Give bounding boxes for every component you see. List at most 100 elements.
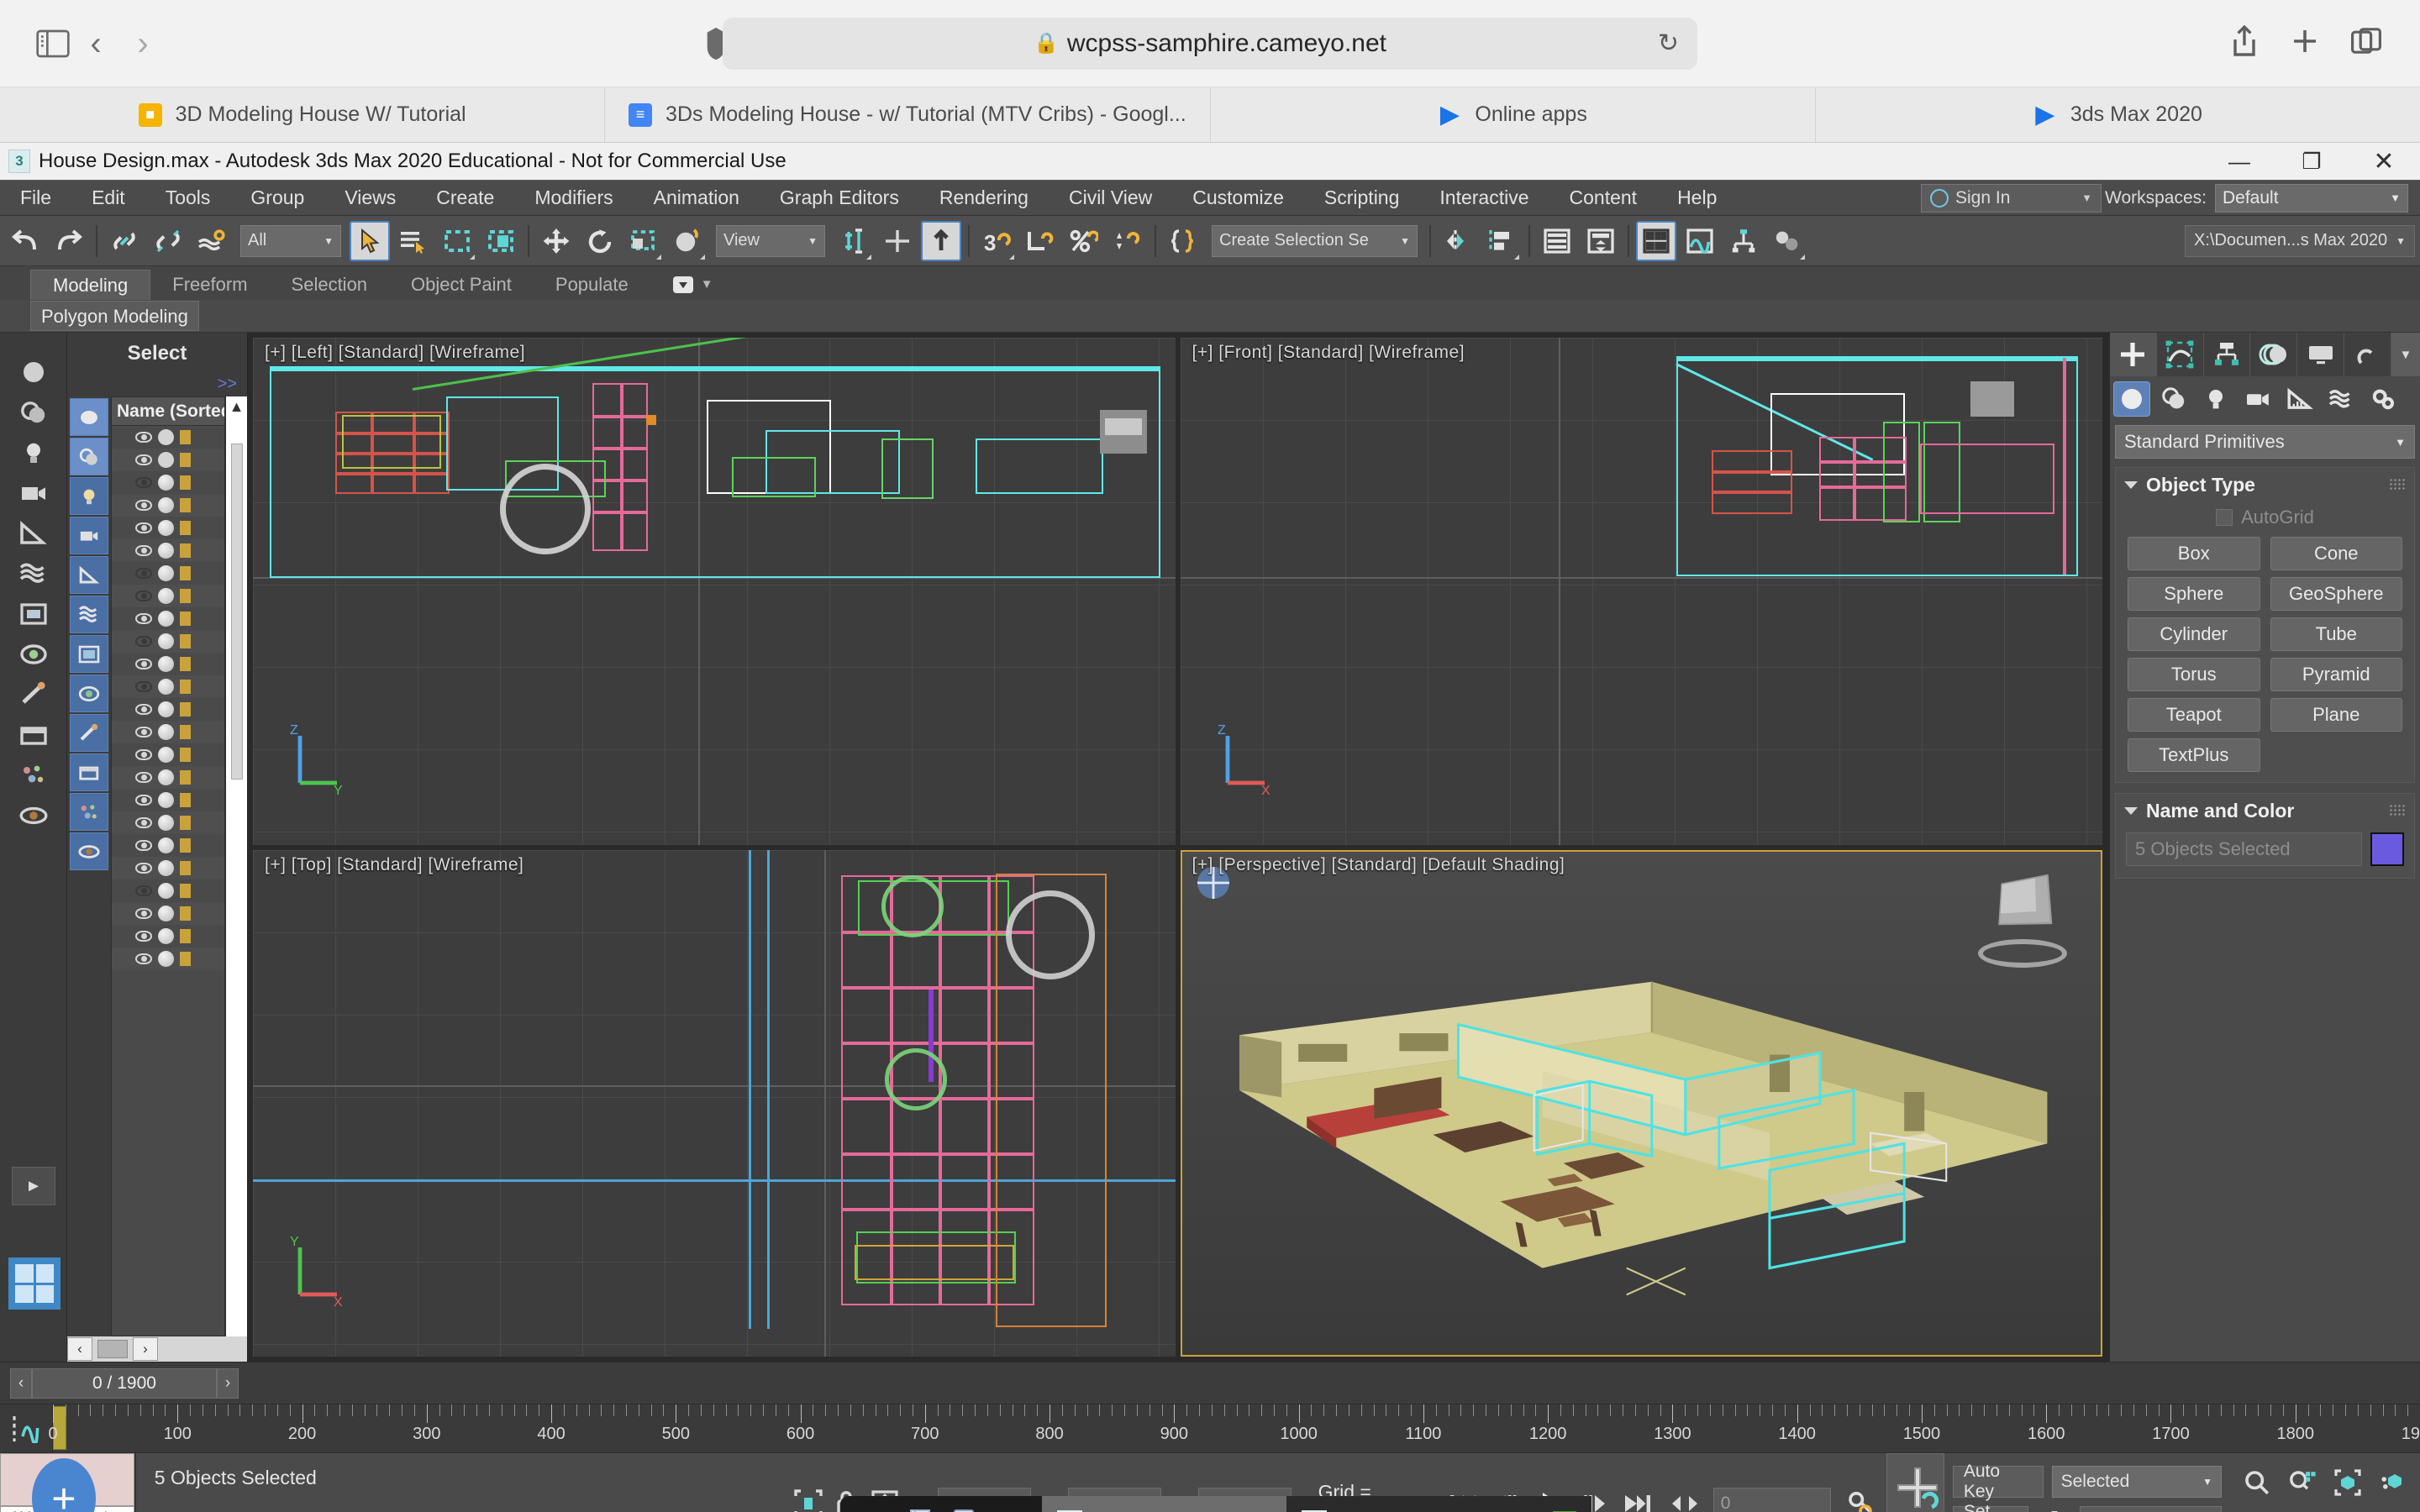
eye-visibility-icon[interactable]: [135, 522, 152, 533]
edit-named-selection-sets-button[interactable]: [1163, 221, 1203, 261]
prev-frame-small-button[interactable]: ‹: [10, 1368, 32, 1399]
view-cube[interactable]: [1973, 872, 2072, 971]
helpers-category[interactable]: [2281, 381, 2318, 417]
set-key-button[interactable]: Set Key: [1952, 1502, 2028, 1512]
scene-explorer-row[interactable]: [112, 811, 224, 834]
sign-in-button[interactable]: Sign In ▼: [1921, 183, 2102, 213]
workspace-select[interactable]: Default ▼: [2215, 183, 2408, 213]
eye-visibility-icon[interactable]: [135, 817, 152, 828]
motion-tab[interactable]: [2250, 333, 2298, 376]
menu-item-tools[interactable]: Tools: [145, 180, 231, 216]
select-camera-filter-icon[interactable]: [12, 474, 55, 512]
cone-button[interactable]: Cone: [2270, 537, 2402, 570]
set-keys-toggle-icon[interactable]: [2037, 1503, 2072, 1512]
collapse-triangle-icon[interactable]: [2124, 480, 2138, 489]
autogrid-row[interactable]: AutoGrid: [2116, 501, 2414, 537]
select-particle-icon[interactable]: [12, 756, 55, 795]
scene-explorer-hscrollbar[interactable]: ‹ ›: [67, 1336, 247, 1362]
scene-explorer-row[interactable]: [112, 698, 224, 721]
scene-explorer-row[interactable]: [112, 630, 224, 653]
schematic-view-button[interactable]: [1723, 221, 1764, 261]
sphere-button[interactable]: Sphere: [2128, 577, 2260, 611]
scene-explorer-row[interactable]: [112, 562, 224, 585]
eye-visibility-icon[interactable]: [135, 953, 152, 964]
select-object-button[interactable]: [350, 220, 390, 261]
named-selection-set-select[interactable]: Create Selection Se ▼: [1212, 224, 1418, 257]
filter-xrefs-button[interactable]: [70, 675, 108, 712]
create-tab[interactable]: [2110, 333, 2157, 376]
menu-item-interactive[interactable]: Interactive: [1419, 180, 1549, 216]
eye-visibility-icon[interactable]: [135, 591, 152, 601]
eye-visibility-icon[interactable]: [135, 659, 152, 669]
scene-explorer-row[interactable]: [112, 607, 224, 630]
scene-explorer-row[interactable]: [112, 948, 224, 970]
use-selection-center-button[interactable]: [877, 221, 918, 261]
box-button[interactable]: Box: [2128, 537, 2260, 570]
viewport-top[interactable]: [+] [Top] [Standard] [Wireframe] Y X: [253, 849, 1176, 1357]
browser-tab-1[interactable]: ≡ 3Ds Modeling House - w/ Tutorial (MTV …: [605, 87, 1211, 142]
menu-item-views[interactable]: Views: [324, 180, 416, 216]
zoom-all-icon[interactable]: [2282, 1463, 2323, 1502]
ribbon-tab-object-paint[interactable]: Object Paint: [389, 270, 534, 300]
use-transform-coordinate-center-button[interactable]: [921, 220, 961, 261]
scene-explorer-row[interactable]: [112, 789, 224, 811]
textplus-button[interactable]: TextPlus: [2128, 738, 2260, 772]
autogrid-checkbox[interactable]: [2216, 509, 2233, 526]
maximize-button[interactable]: ❐: [2275, 143, 2348, 181]
eye-visibility-icon[interactable]: [135, 795, 152, 806]
chevron-down-icon[interactable]: ▼: [2391, 333, 2420, 376]
key-filters-button[interactable]: Key Filters...: [2080, 1505, 2222, 1512]
snaps-toggle-button[interactable]: 3: [976, 221, 1017, 261]
hierarchy-tab[interactable]: [2204, 333, 2251, 376]
next-frame-small-button[interactable]: ›: [217, 1368, 239, 1399]
scene-explorer-row[interactable]: [112, 766, 224, 789]
select-xref-icon[interactable]: [12, 635, 55, 674]
shapes-category[interactable]: [2155, 381, 2192, 417]
ribbon-tab-freeform[interactable]: Freeform: [150, 270, 269, 300]
eye-visibility-icon[interactable]: [135, 704, 152, 715]
menu-item-content[interactable]: Content: [1549, 180, 1658, 216]
filter-particles-button[interactable]: [70, 793, 108, 831]
paint-icon[interactable]: [995, 1509, 1023, 1512]
key-filter-selector[interactable]: Selected ▼: [2051, 1465, 2222, 1498]
scroll-up-arrow-icon[interactable]: ▲: [229, 396, 245, 417]
plane-button[interactable]: Plane: [2270, 698, 2402, 732]
browser-tab-0[interactable]: ■ 3D Modeling House W/ Tutorial: [0, 87, 606, 142]
ribbon-overflow-icon[interactable]: ▼: [650, 270, 735, 300]
frame-indicator-field[interactable]: 0 / 1900: [32, 1368, 217, 1399]
timeline-ruler[interactable]: 0 100 200 300 400 500 600 700 800 900 1000 1100 1200…: [48, 1404, 2420, 1452]
filter-geometry-button[interactable]: [70, 398, 108, 436]
name-and-color-header[interactable]: Name and Color: [2116, 794, 2414, 827]
eye-visibility-icon[interactable]: [135, 863, 152, 874]
filter-helpers-button[interactable]: [70, 556, 108, 594]
project-path-field[interactable]: X:\Documen...s Max 2020 ▼: [2185, 224, 2415, 257]
scene-explorer-row[interactable]: [112, 426, 224, 449]
scene-explorer-expand[interactable]: >>: [67, 375, 247, 396]
house-design-task[interactable]: 3 House Design.ma...: [1042, 1496, 1286, 1512]
viewport-top-label[interactable]: [+] [Top] [Standard] [Wireframe]: [265, 855, 523, 875]
tube-button[interactable]: Tube: [2270, 617, 2402, 651]
viewport-front-label[interactable]: [+] [Front] [Standard] [Wireframe]: [1192, 343, 1465, 363]
rectangular-selection-region-button[interactable]: [437, 221, 477, 261]
menu-item-modifiers[interactable]: Modifiers: [514, 180, 633, 216]
toggle-scene-explorer-button[interactable]: [1537, 221, 1577, 261]
hscroll-left-button[interactable]: ‹: [67, 1337, 92, 1361]
menu-item-create[interactable]: Create: [416, 180, 514, 216]
eye-visibility-icon[interactable]: [135, 772, 152, 783]
field-of-view-icon[interactable]: [2237, 1505, 2277, 1512]
material-editor-button[interactable]: [1767, 221, 1807, 261]
eye-visibility-icon[interactable]: [135, 454, 152, 465]
curve-editor-button[interactable]: [1680, 221, 1720, 261]
teapot-button[interactable]: Teapot: [2128, 698, 2260, 732]
undo-button[interactable]: [5, 221, 45, 261]
maximize-viewport-icon[interactable]: [2373, 1505, 2413, 1512]
menu-item-civil-view[interactable]: Civil View: [1049, 180, 1172, 216]
vscroll-thumb[interactable]: [230, 444, 243, 780]
scene-explorer-row[interactable]: [112, 925, 224, 948]
ribbon-tab-modeling[interactable]: Modeling: [30, 270, 151, 300]
utilities-tab[interactable]: [2344, 333, 2391, 376]
calculator-icon[interactable]: [951, 1509, 976, 1512]
scene-explorer-row[interactable]: [112, 743, 224, 766]
menu-item-graph-editors[interactable]: Graph Editors: [760, 180, 919, 216]
zoom-extents-selected-icon[interactable]: [2373, 1463, 2413, 1502]
